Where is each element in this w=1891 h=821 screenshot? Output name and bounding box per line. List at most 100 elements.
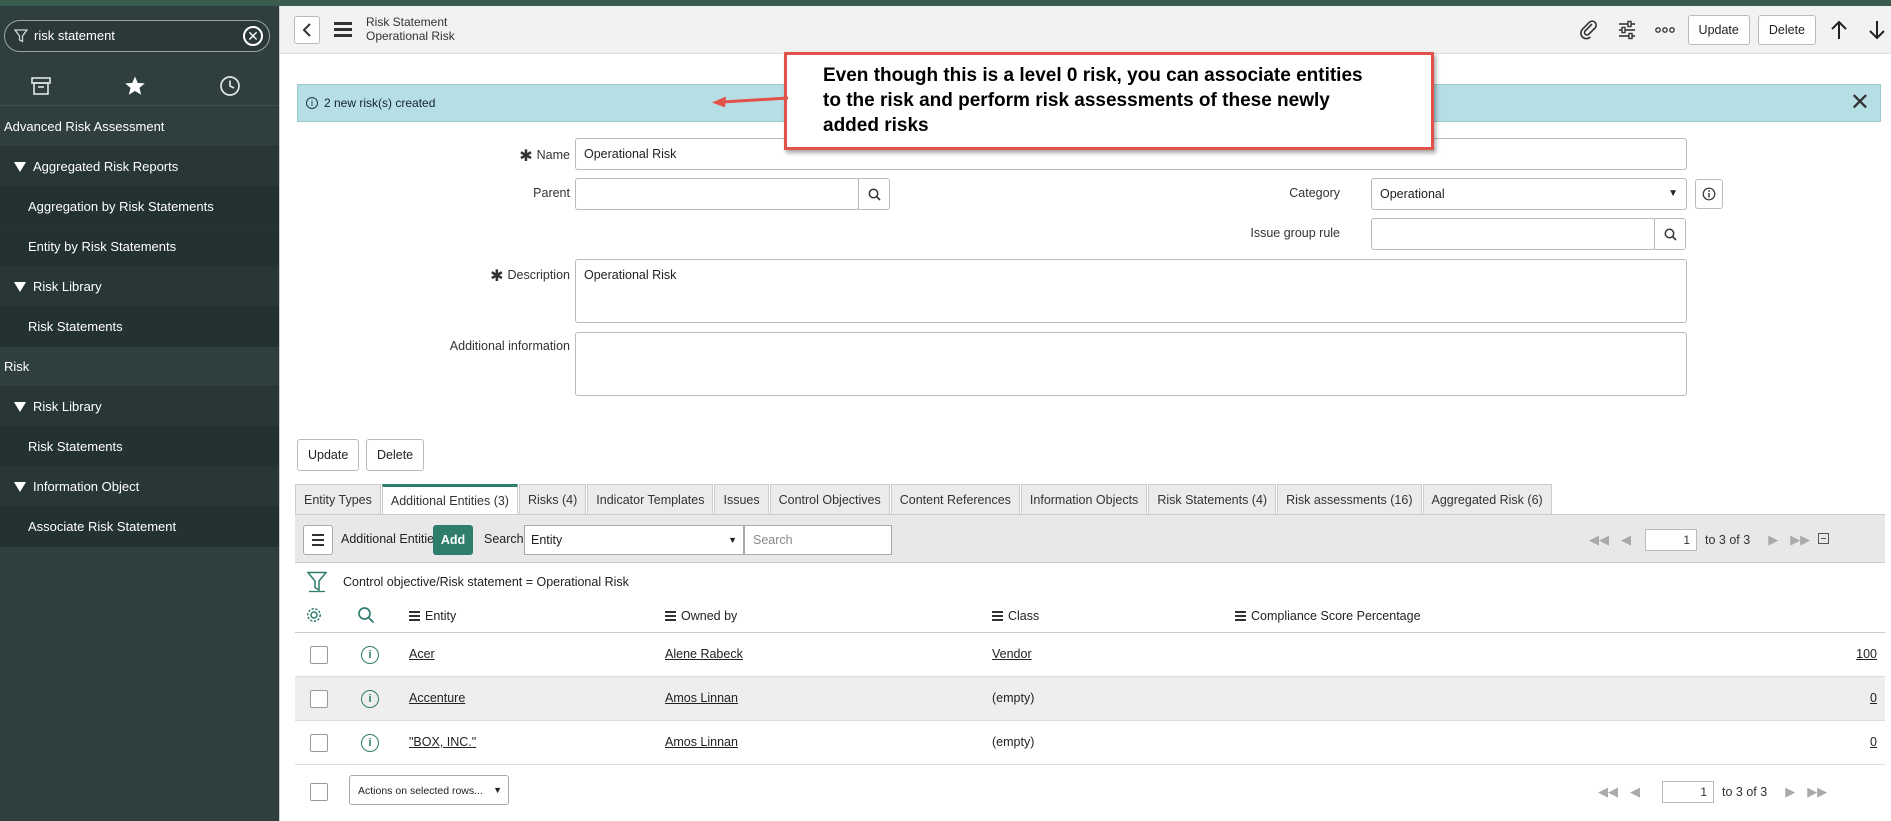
tab-risk-assessments[interactable]: Risk assessments (16) bbox=[1277, 484, 1422, 514]
issue-group-rule-field[interactable] bbox=[1371, 218, 1655, 250]
add-button[interactable]: Add bbox=[433, 525, 473, 555]
entity-link[interactable]: Accenture bbox=[409, 691, 465, 705]
issue-group-rule-label: Issue group rule bbox=[1250, 226, 1340, 240]
tab-content-references[interactable]: Content References bbox=[890, 484, 1020, 514]
list-search-input[interactable]: Search bbox=[744, 525, 892, 555]
nav-label: Risk bbox=[4, 359, 30, 374]
nav-app-risk[interactable]: Risk bbox=[0, 347, 279, 387]
class-link[interactable]: Vendor bbox=[992, 647, 1032, 661]
nav-label: Entity by Risk Statements bbox=[28, 239, 177, 254]
tab-risks[interactable]: Risks (4) bbox=[518, 484, 587, 514]
owned-by-link[interactable]: Amos Linnan bbox=[665, 735, 738, 749]
personalize-sliders-icon[interactable] bbox=[1614, 17, 1640, 43]
header-update-button[interactable]: Update bbox=[1687, 15, 1750, 45]
table-row: i Accenture Amos Linnan (empty) 0 bbox=[295, 677, 1885, 721]
header-delete-button[interactable]: Delete bbox=[1757, 15, 1816, 45]
category-select[interactable]: Operational ▼ bbox=[1371, 178, 1687, 210]
next-record-arrow-down-icon[interactable] bbox=[1864, 17, 1890, 43]
tab-entity-types[interactable]: Entity Types bbox=[295, 484, 381, 514]
last-page-icon[interactable]: ▶▶ bbox=[1807, 784, 1827, 800]
back-button[interactable] bbox=[294, 16, 320, 44]
column-header-class[interactable]: Class bbox=[992, 609, 1039, 623]
required-asterisk-icon: ✱ bbox=[490, 268, 504, 285]
favorites-star-icon[interactable] bbox=[120, 74, 150, 98]
column-header-compliance-score[interactable]: Compliance Score Percentage bbox=[1235, 609, 1421, 623]
all-apps-icon[interactable] bbox=[26, 74, 56, 98]
compliance-score-link[interactable]: 0 bbox=[1870, 735, 1877, 749]
form-header: Risk Statement Operational Risk Update D… bbox=[280, 6, 1891, 54]
first-page-icon[interactable]: ◀◀ bbox=[1589, 532, 1609, 548]
nav-item-aggregation-by-risk-statements[interactable]: Aggregation by Risk Statements bbox=[0, 187, 279, 227]
previous-page-icon[interactable]: ◀ bbox=[1621, 532, 1631, 548]
row-checkbox[interactable] bbox=[310, 690, 328, 708]
clear-filter-icon[interactable]: ✕ bbox=[243, 26, 263, 46]
nav-item-entity-by-risk-statements[interactable]: Entity by Risk Statements bbox=[0, 227, 279, 267]
list-settings-gear-icon[interactable] bbox=[305, 606, 323, 624]
select-all-checkbox[interactable] bbox=[310, 783, 328, 801]
row-checkbox[interactable] bbox=[310, 734, 328, 752]
table-row: i Acer Alene Rabeck Vendor 100 bbox=[295, 633, 1885, 677]
context-menu-icon[interactable] bbox=[334, 22, 352, 38]
page-range-text: to 3 of 3 bbox=[1722, 785, 1768, 799]
compliance-score-link[interactable]: 0 bbox=[1870, 691, 1877, 705]
tab-aggregated-risk[interactable]: Aggregated Risk (6) bbox=[1422, 484, 1552, 514]
nav-module-information-object[interactable]: Information Object bbox=[0, 467, 279, 507]
entity-link[interactable]: Acer bbox=[409, 647, 435, 661]
navigator-filter-input[interactable]: risk statement ✕ bbox=[4, 20, 270, 52]
nav-item-risk-statements[interactable]: Risk Statements bbox=[0, 307, 279, 347]
list-search-icon[interactable] bbox=[357, 606, 375, 624]
more-options-icon[interactable] bbox=[1652, 17, 1678, 43]
compliance-score-link[interactable]: 100 bbox=[1856, 647, 1877, 661]
category-info-icon[interactable] bbox=[1695, 179, 1723, 209]
column-header-owned-by[interactable]: Owned by bbox=[665, 609, 737, 623]
parent-lookup-search-icon[interactable] bbox=[858, 178, 890, 210]
attachment-paperclip-icon[interactable] bbox=[1576, 17, 1602, 43]
nav-item-risk-statements-2[interactable]: Risk Statements bbox=[0, 427, 279, 467]
close-banner-icon[interactable]: ✕ bbox=[1850, 91, 1870, 115]
collapse-list-icon[interactable] bbox=[1818, 533, 1830, 547]
form-delete-button[interactable]: Delete bbox=[366, 439, 425, 471]
info-message: i 2 new risk(s) created bbox=[306, 96, 435, 110]
next-page-icon[interactable]: ▶ bbox=[1768, 532, 1778, 548]
additional-information-field[interactable] bbox=[575, 332, 1687, 396]
previous-record-arrow-up-icon[interactable] bbox=[1826, 17, 1852, 43]
filter-condition-text[interactable]: Control objective/Risk statement = Opera… bbox=[343, 575, 629, 589]
nav-module-aggregated-risk-reports[interactable]: Aggregated Risk Reports bbox=[0, 147, 279, 187]
expanded-triangle-icon bbox=[14, 161, 26, 172]
row-preview-info-icon[interactable]: i bbox=[361, 734, 379, 752]
tab-issues[interactable]: Issues bbox=[714, 484, 769, 514]
list-context-menu-icon[interactable] bbox=[303, 525, 333, 555]
column-header-entity[interactable]: Entity bbox=[409, 609, 456, 623]
nav-module-risk-library[interactable]: Risk Library bbox=[0, 267, 279, 307]
row-preview-info-icon[interactable]: i bbox=[361, 690, 379, 708]
actions-on-selected-rows-select[interactable]: Actions on selected rows... ▼ bbox=[349, 775, 509, 805]
page-number-input[interactable]: 1 bbox=[1645, 529, 1697, 551]
nav-module-risk-library-2[interactable]: Risk Library bbox=[0, 387, 279, 427]
history-clock-icon[interactable] bbox=[215, 74, 245, 98]
list-filter-funnel-icon[interactable] bbox=[306, 571, 328, 596]
row-preview-info-icon[interactable]: i bbox=[361, 646, 379, 664]
tab-risk-statements[interactable]: Risk Statements (4) bbox=[1148, 484, 1277, 514]
tab-control-objectives[interactable]: Control Objectives bbox=[769, 484, 890, 514]
nav-app-advanced-risk-assessment[interactable]: Advanced Risk Assessment bbox=[0, 107, 279, 147]
issue-group-lookup-search-icon[interactable] bbox=[1654, 218, 1686, 250]
parent-field[interactable] bbox=[575, 178, 859, 210]
previous-page-icon[interactable]: ◀ bbox=[1630, 784, 1640, 800]
chevron-down-icon: ▼ bbox=[493, 785, 502, 795]
tab-indicator-templates[interactable]: Indicator Templates bbox=[587, 484, 714, 514]
nav-item-associate-risk-statement[interactable]: Associate Risk Statement bbox=[0, 507, 279, 547]
entity-link[interactable]: "BOX, INC." bbox=[409, 735, 476, 749]
form-update-button[interactable]: Update bbox=[297, 439, 360, 471]
owned-by-link[interactable]: Alene Rabeck bbox=[665, 647, 743, 661]
tab-information-objects[interactable]: Information Objects bbox=[1020, 484, 1148, 514]
category-label: Category bbox=[1289, 186, 1340, 200]
search-field-select[interactable]: Entity ▼ bbox=[524, 525, 744, 555]
tab-additional-entities[interactable]: Additional Entities (3) bbox=[381, 484, 518, 514]
row-checkbox[interactable] bbox=[310, 646, 328, 664]
description-field[interactable]: Operational Risk bbox=[575, 259, 1687, 323]
owned-by-link[interactable]: Amos Linnan bbox=[665, 691, 738, 705]
first-page-icon[interactable]: ◀◀ bbox=[1598, 784, 1618, 800]
next-page-icon[interactable]: ▶ bbox=[1785, 784, 1795, 800]
last-page-icon[interactable]: ▶▶ bbox=[1790, 532, 1810, 548]
page-number-input[interactable]: 1 bbox=[1662, 781, 1714, 803]
